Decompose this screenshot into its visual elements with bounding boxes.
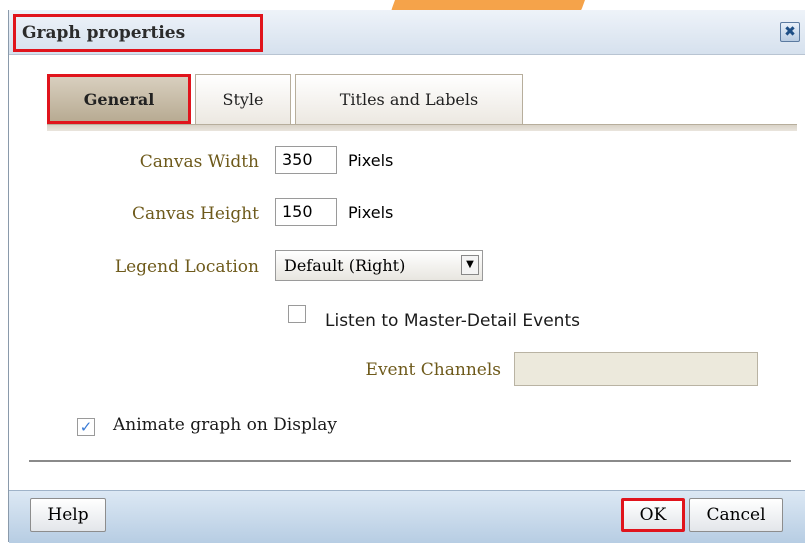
tab-bar: General Style Titles and Labels	[47, 74, 797, 126]
tab-strip	[47, 124, 797, 131]
canvas-width-input[interactable]: 350	[275, 146, 337, 174]
animate-graph-label: Animate graph on Display	[113, 415, 338, 435]
cancel-button[interactable]: Cancel	[689, 498, 783, 532]
tab-style[interactable]: Style	[195, 74, 291, 124]
tab-titles-and-labels[interactable]: Titles and Labels	[295, 74, 523, 124]
tab-general-label: General	[83, 89, 155, 109]
ok-button[interactable]: OK	[621, 498, 685, 532]
canvas-height-label: Canvas Height	[132, 204, 259, 224]
tab-style-label: Style	[222, 90, 264, 109]
help-button[interactable]: Help	[30, 498, 106, 532]
tab-general[interactable]: General	[47, 74, 191, 124]
graph-properties-dialog: Graph properties ✖ General Style Titles …	[8, 10, 805, 543]
canvas-height-unit: Pixels	[348, 203, 394, 222]
tab-titles-label: Titles and Labels	[339, 90, 479, 109]
legend-location-value: Default (Right)	[284, 256, 406, 275]
legend-location-label: Legend Location	[114, 257, 259, 277]
dialog-title: Graph properties	[13, 14, 263, 52]
event-channels-label: Event Channels	[365, 360, 501, 380]
divider	[29, 460, 791, 462]
checkmark-icon: ✓	[79, 418, 93, 436]
chevron-down-icon[interactable]: ▼	[461, 255, 479, 275]
canvas-width-label: Canvas Width	[139, 152, 259, 172]
close-icon[interactable]: ✖	[780, 22, 800, 42]
listen-master-detail-label: Listen to Master-Detail Events	[325, 311, 580, 331]
animate-graph-checkbox[interactable]: ✓	[77, 418, 95, 436]
dialog-titlebar: Graph properties ✖	[9, 10, 805, 55]
listen-master-detail-checkbox[interactable]	[288, 305, 306, 323]
dialog-footer	[9, 490, 805, 543]
canvas-height-input[interactable]: 150	[275, 198, 337, 226]
event-channels-input[interactable]	[514, 352, 758, 386]
canvas-width-unit: Pixels	[348, 151, 394, 170]
legend-location-select[interactable]: Default (Right) ▼	[275, 250, 483, 281]
